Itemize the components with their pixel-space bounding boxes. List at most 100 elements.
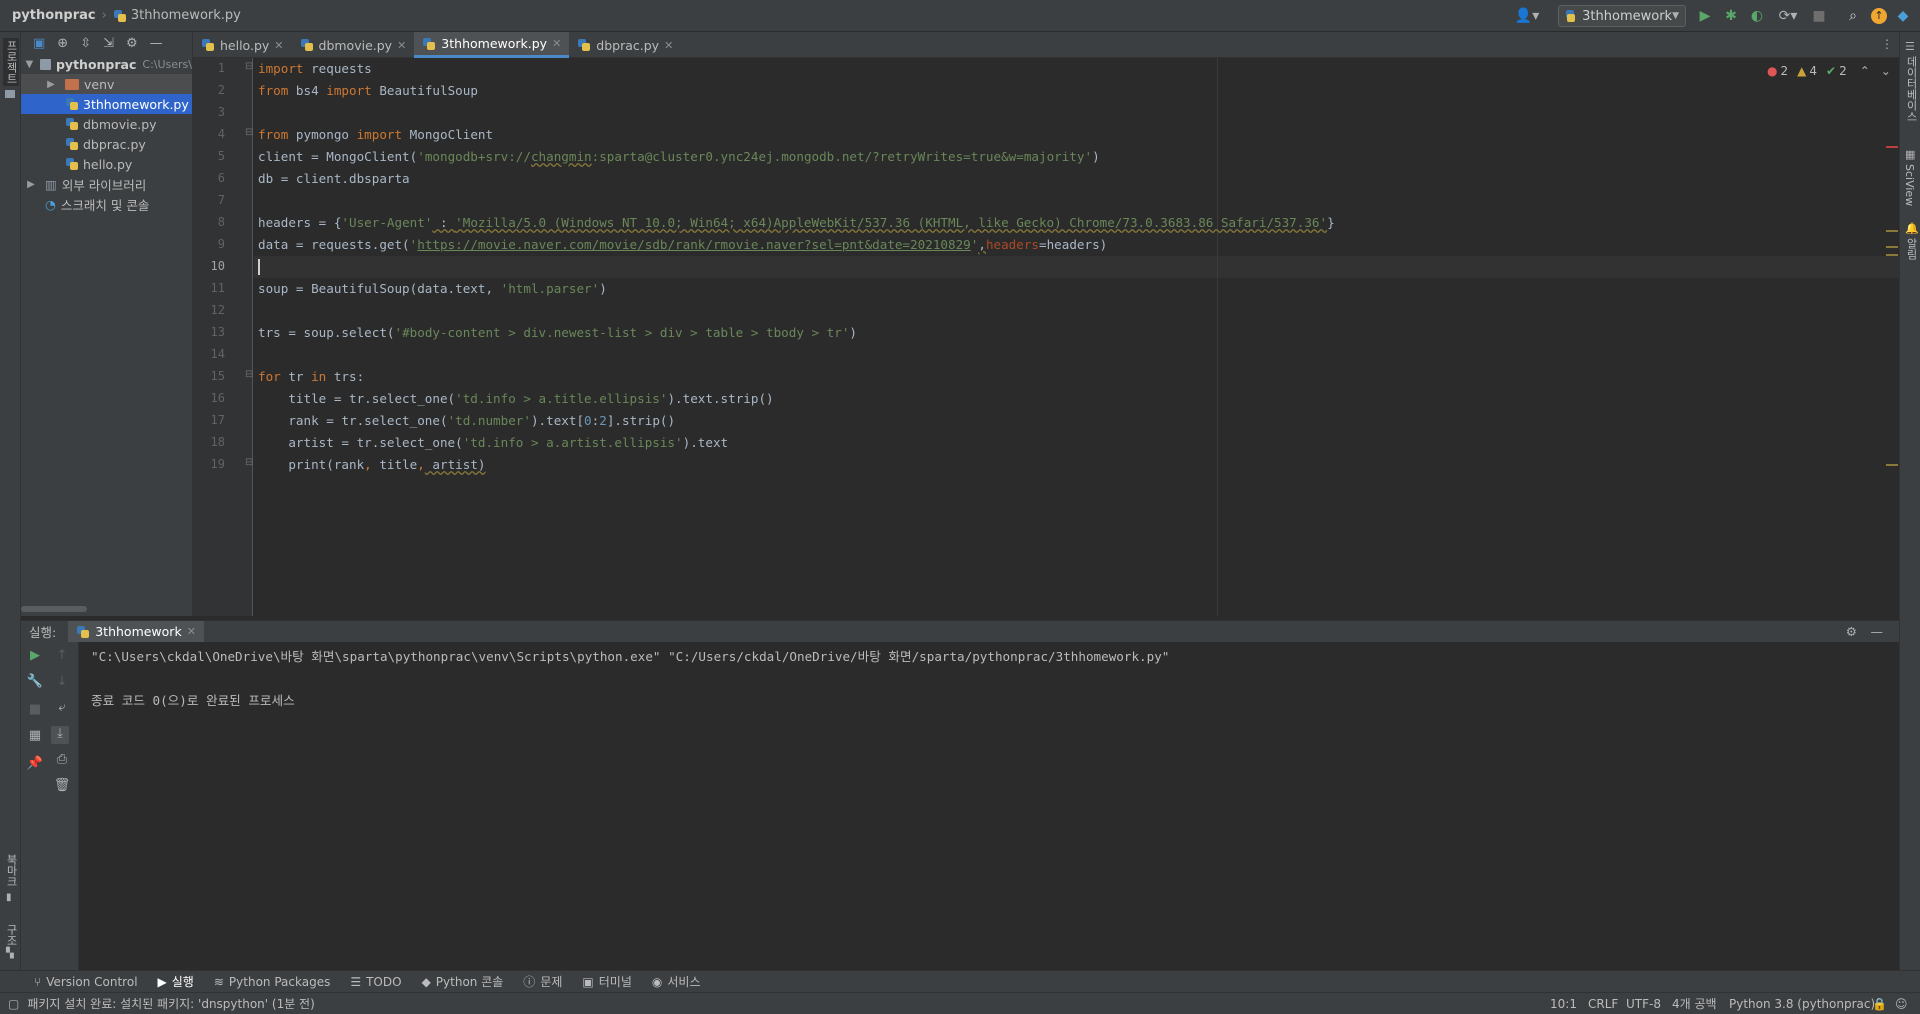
profile-icon[interactable]: ⟳▾: [1774, 7, 1802, 25]
inspection-widget[interactable]: ● 2 ▲ 4 ✔ 2 ⌃ ⌄: [1767, 64, 1891, 78]
warning-stripe-mark[interactable]: [1886, 464, 1898, 466]
run-icon[interactable]: ▶: [1696, 7, 1714, 25]
problems-button[interactable]: ⓘ 문제: [523, 973, 562, 990]
chevron-up-icon[interactable]: ⌃: [1860, 64, 1870, 78]
token: ,: [417, 457, 425, 472]
chevron-down-icon[interactable]: ⌄: [1881, 64, 1891, 78]
todo-button[interactable]: ☰ TODO: [350, 975, 401, 989]
print-icon[interactable]: ⎙: [53, 752, 71, 770]
gear-icon[interactable]: ⚙: [1846, 624, 1857, 639]
hide-icon[interactable]: —: [1871, 624, 1884, 639]
fold-icon[interactable]: ⊟: [245, 61, 253, 72]
close-icon[interactable]: ✕: [397, 39, 406, 52]
stop-icon[interactable]: ■: [1810, 7, 1828, 25]
hide-icon[interactable]: —: [150, 36, 163, 51]
warning-stripe-mark[interactable]: [1886, 246, 1898, 248]
gear-icon[interactable]: ⚙: [126, 36, 138, 51]
fold-icon[interactable]: ⊟: [245, 369, 253, 380]
status-bar: ▢ 패키지 설치 완료: 설치된 패키지: 'dnspython' (1분 전)…: [0, 992, 1920, 1014]
project-scrollbar[interactable]: [21, 606, 87, 612]
tab-dbprac[interactable]: dbprac.py ✕: [569, 32, 681, 58]
chevron-right-icon[interactable]: ▶: [23, 179, 39, 190]
status-message[interactable]: 패키지 설치 완료: 설치된 패키지: 'dnspython' (1분 전): [27, 995, 314, 1012]
services-button[interactable]: ◉ 서비스: [652, 973, 701, 990]
tree-item-hello[interactable]: hello.py: [21, 154, 192, 174]
user-icon[interactable]: 👤▾: [1512, 7, 1542, 25]
warning-stripe-mark[interactable]: [1886, 254, 1898, 256]
project-panel: ▣ ⊕ ⇳ ⇲ ⚙ — ▼ pythonprac C:\Users\ ▶ ven…: [21, 32, 193, 616]
tree-root[interactable]: ▼ pythonprac C:\Users\: [21, 54, 192, 74]
scroll-to-end-icon[interactable]: ⤓: [51, 726, 69, 744]
notifications-tool-button[interactable]: 알림: [1903, 238, 1919, 260]
breadcrumb-file[interactable]: 3thhomework.py: [131, 8, 241, 23]
tree-item-dbprac[interactable]: dbprac.py: [21, 134, 192, 154]
tree-item-scratches[interactable]: ◔ 스크래치 및 콘솔: [21, 194, 192, 214]
code-editor[interactable]: ● 2 ▲ 4 ✔ 2 ⌃ ⌄ 1 2 3 4 5 6 7 8 9 10 11 12 …: [193, 58, 1899, 616]
inspector-icon[interactable]: ☺: [1895, 997, 1908, 1011]
bookmarks-tool-button[interactable]: 북마크: [3, 854, 19, 887]
sciview-tool-button[interactable]: SciView: [1903, 164, 1916, 206]
collapse-all-icon[interactable]: ⇲: [103, 36, 114, 51]
trash-icon[interactable]: 🗑: [53, 778, 71, 796]
stop-icon[interactable]: ■: [26, 702, 44, 720]
chevron-down-icon[interactable]: ▼: [23, 59, 36, 70]
tool-label: 문제: [540, 975, 563, 989]
run-config-selector[interactable]: 3thhomework ▼: [1558, 5, 1686, 27]
fold-icon[interactable]: ⊟: [245, 127, 253, 138]
layout-icon[interactable]: ▦: [26, 728, 44, 746]
tree-item-dbmovie[interactable]: dbmovie.py: [21, 114, 192, 134]
tab-3thhomework[interactable]: 3thhomework.py ✕: [414, 32, 570, 58]
close-icon[interactable]: ✕: [552, 37, 561, 50]
close-icon[interactable]: ✕: [664, 39, 673, 52]
warning-stripe-mark[interactable]: [1886, 230, 1898, 232]
tree-item-3thhomework[interactable]: 3thhomework.py: [21, 94, 192, 114]
wrench-icon[interactable]: 🔧: [26, 674, 44, 692]
project-view-icon[interactable]: ▣: [33, 36, 45, 51]
coverage-icon[interactable]: ◐: [1748, 7, 1766, 25]
close-icon[interactable]: ✕: [187, 625, 196, 638]
token-keyword: from: [258, 83, 289, 98]
tab-hello[interactable]: hello.py ✕: [193, 32, 292, 58]
database-tool-button[interactable]: 데이터베이스: [1903, 56, 1919, 122]
tab-dbmovie[interactable]: dbmovie.py ✕: [292, 32, 415, 58]
console-output[interactable]: "C:\Users\ckdal\OneDrive\바탕 화면\sparta\py…: [79, 642, 1899, 970]
run-tab[interactable]: 3thhomework ✕: [68, 620, 204, 643]
status-toggle-icon[interactable]: ▢: [8, 997, 19, 1011]
update-icon[interactable]: ↑: [1870, 7, 1888, 25]
project-tool-button[interactable]: 프로젝트: [3, 38, 19, 86]
line-number-current: 10: [210, 259, 225, 273]
interpreter-selector[interactable]: Python 3.8 (pythonprac): [1729, 997, 1875, 1011]
line-number: 14: [210, 347, 225, 361]
caret-position[interactable]: 10:1: [1550, 997, 1577, 1011]
terminal-button[interactable]: ▣ 터미널: [582, 973, 631, 990]
arrow-up-icon[interactable]: ↑: [53, 648, 71, 666]
tab-menu-icon[interactable]: ⋮: [1881, 37, 1893, 51]
python-console-button[interactable]: ◆ Python 콘솔: [422, 973, 504, 990]
search-icon[interactable]: ⌕: [1844, 7, 1862, 25]
tree-item-venv[interactable]: ▶ venv: [21, 74, 192, 94]
python-packages-button[interactable]: ≋ Python Packages: [214, 975, 330, 989]
version-control-button[interactable]: ⑂ Version Control: [34, 975, 138, 989]
chevron-right-icon[interactable]: ▶: [43, 79, 59, 90]
indent-setting[interactable]: 4개 공백: [1672, 995, 1717, 1012]
structure-tool-button[interactable]: 구조: [3, 924, 19, 946]
error-stripe-mark[interactable]: [1886, 146, 1898, 148]
close-icon[interactable]: ✕: [274, 39, 283, 52]
fold-icon[interactable]: ⊟: [245, 457, 253, 468]
line-separator[interactable]: CRLF: [1588, 997, 1618, 1011]
file-encoding[interactable]: UTF-8: [1626, 997, 1661, 1011]
locate-icon[interactable]: ⊕: [57, 36, 68, 51]
debug-icon[interactable]: ✱: [1722, 7, 1740, 25]
lock-icon[interactable]: 🔒: [1872, 997, 1887, 1011]
token-url[interactable]: https://movie.naver.com/movie/sdb/rank/r…: [417, 237, 971, 252]
python-file-icon: [65, 117, 79, 131]
rerun-icon[interactable]: ▶: [26, 648, 44, 666]
breadcrumb-project[interactable]: pythonprac: [12, 8, 96, 23]
pin-icon[interactable]: 📌: [26, 756, 44, 774]
run-tool-button[interactable]: ▶ 실행: [158, 973, 194, 990]
soft-wrap-icon[interactable]: ⤶: [53, 700, 71, 718]
tree-item-external-libraries[interactable]: ▶ ▥ 외부 라이브러리: [21, 174, 192, 194]
arrow-down-icon[interactable]: ↓: [53, 674, 71, 692]
expand-all-icon[interactable]: ⇳: [80, 36, 91, 51]
jetbrains-icon[interactable]: ◆: [1894, 7, 1912, 25]
